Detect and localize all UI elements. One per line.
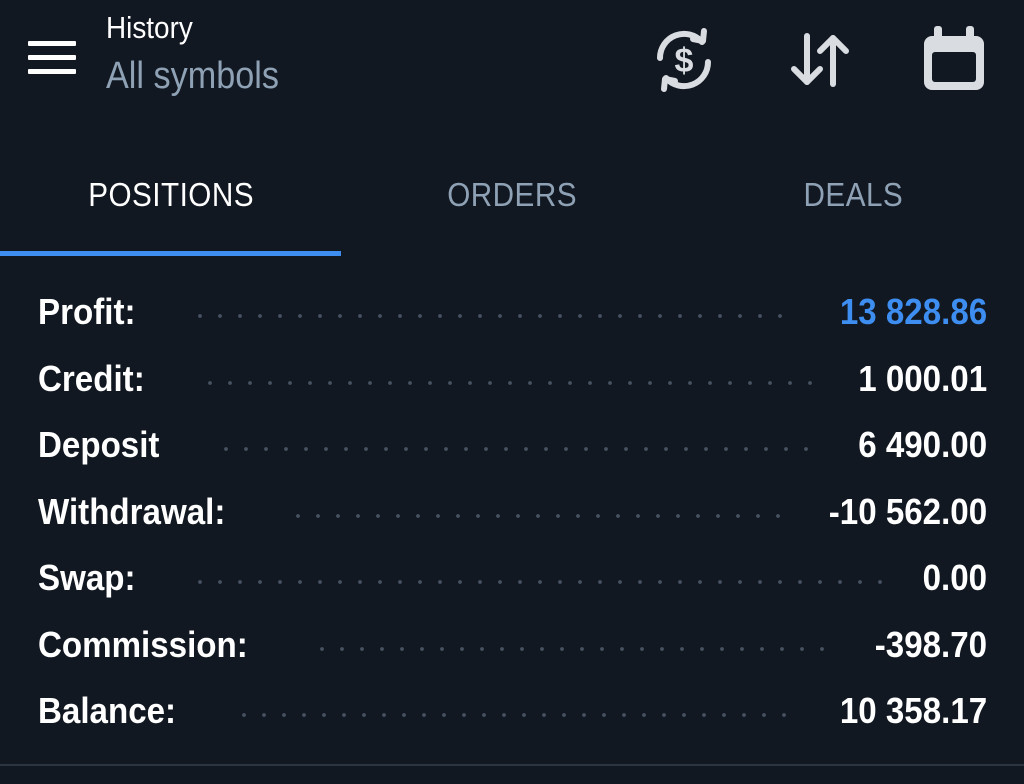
menu-icon[interactable] xyxy=(22,32,82,86)
tab-label: ORDERS xyxy=(447,176,577,213)
dotted-leader xyxy=(190,580,883,585)
symbol-filter[interactable]: All symbols xyxy=(106,50,279,102)
summary-label: Credit: xyxy=(38,357,145,399)
dotted-leader xyxy=(216,447,813,452)
summary-label: Balance: xyxy=(38,690,177,732)
summary-row-deposit: Deposit 6 490.00 xyxy=(38,412,987,479)
summary-row-withdrawal: Withdrawal: -10 562.00 xyxy=(38,479,987,546)
tab-positions[interactable]: POSITIONS xyxy=(0,140,342,256)
svg-text:$: $ xyxy=(675,42,694,80)
calendar-icon[interactable] xyxy=(916,22,992,98)
tab-label: POSITIONS xyxy=(87,176,254,213)
tab-bar: POSITIONS ORDERS DEALS xyxy=(0,140,1024,256)
tab-deals[interactable]: DEALS xyxy=(683,140,1024,256)
summary-row-swap: Swap: 0.00 xyxy=(38,545,987,612)
summary-label: Deposit xyxy=(38,424,160,466)
summary-value: -398.70 xyxy=(874,623,987,665)
summary-value: 6 490.00 xyxy=(858,424,987,466)
summary-value: 13 828.86 xyxy=(839,291,987,333)
summary-label: Commission: xyxy=(38,623,248,665)
summary-row-commission: Commission: -398.70 xyxy=(38,612,987,679)
page-title: History xyxy=(106,10,193,45)
summary-row-profit: Profit: 13 828.86 xyxy=(38,279,987,346)
dotted-leader xyxy=(287,513,781,518)
currency-exchange-icon[interactable]: $ xyxy=(646,22,722,98)
tab-orders[interactable]: ORDERS xyxy=(341,140,682,256)
divider xyxy=(0,764,1024,766)
summary-value: 0.00 xyxy=(922,557,987,599)
summary-value: 1 000.01 xyxy=(858,357,987,399)
summary-label: Swap: xyxy=(38,557,136,599)
summary-label: Profit: xyxy=(38,291,136,333)
title-block: History All symbols xyxy=(106,8,298,102)
dotted-leader xyxy=(200,380,813,385)
summary-row-balance: Balance: 10 358.17 xyxy=(38,678,987,745)
summary-row-credit: Credit: 1 000.01 xyxy=(38,346,987,413)
dotted-leader xyxy=(189,314,793,319)
sort-icon[interactable] xyxy=(782,22,858,98)
app-header: History All symbols $ xyxy=(0,0,1024,130)
tab-label: DEALS xyxy=(803,176,904,213)
summary-value: 10 358.17 xyxy=(839,690,987,732)
dotted-leader xyxy=(234,713,793,718)
dotted-leader xyxy=(312,646,831,651)
summary-value: -10 562.00 xyxy=(828,490,987,532)
summary-label: Withdrawal: xyxy=(38,490,226,532)
summary-list: Profit: 13 828.86 Credit: 1 000.01 Depos… xyxy=(38,279,987,745)
